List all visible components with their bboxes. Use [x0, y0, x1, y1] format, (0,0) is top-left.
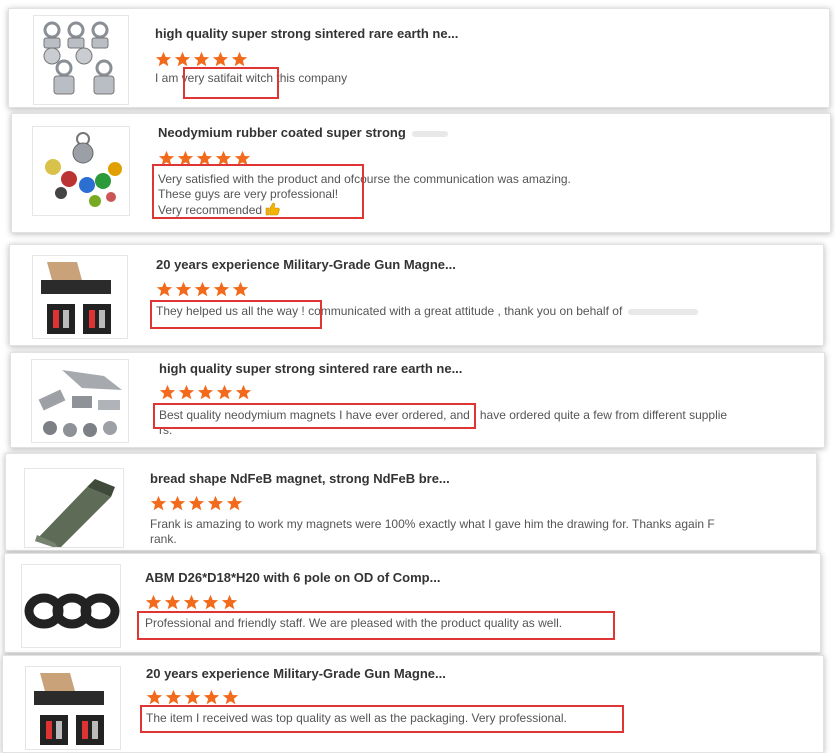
star-icon — [213, 281, 230, 297]
star-icon — [159, 384, 176, 400]
star-icon — [232, 281, 249, 297]
star-rating — [159, 384, 252, 402]
star-icon — [188, 495, 205, 511]
star-icon — [197, 384, 214, 400]
star-icon — [156, 281, 173, 297]
assorted-magnets-icon — [31, 359, 129, 443]
star-rating — [155, 51, 248, 69]
star-icon — [178, 384, 195, 400]
star-icon — [221, 594, 238, 610]
star-rating — [146, 689, 239, 707]
star-icon — [203, 689, 220, 705]
star-icon — [177, 150, 194, 166]
product-title[interactable]: Neodymium rubber coated super strong — [158, 125, 448, 140]
review-text: Frank is amazing to work my magnets were… — [150, 517, 715, 546]
star-icon — [174, 51, 191, 67]
star-icon — [183, 594, 200, 610]
star-rating — [156, 281, 249, 299]
colored-pot-magnets-icon — [32, 126, 130, 216]
review-card: bread shape NdFeB magnet, strong NdFeB b… — [5, 453, 817, 551]
star-icon — [207, 495, 224, 511]
star-icon — [145, 594, 162, 610]
review-card: high quality super strong sintered rare … — [8, 8, 830, 108]
review-text: The item I received was top quality as w… — [146, 711, 567, 725]
blurred-text — [411, 130, 448, 137]
black-ring-magnets-icon — [21, 564, 121, 648]
star-icon — [222, 689, 239, 705]
bread-shape-magnet-icon — [24, 468, 124, 548]
star-icon — [169, 495, 186, 511]
review-card: 20 years experience Military-Grade Gun M… — [9, 244, 824, 346]
product-title[interactable]: 20 years experience Military-Grade Gun M… — [146, 666, 446, 681]
star-icon — [155, 51, 172, 67]
review-text: Best quality neodymium magnets I have ev… — [159, 408, 728, 437]
review-text: Professional and friendly staff. We are … — [145, 616, 563, 630]
product-title[interactable]: 20 years experience Military-Grade Gun M… — [156, 257, 456, 272]
product-title[interactable]: high quality super strong sintered rare … — [155, 26, 458, 41]
thumbs-up-icon — [265, 202, 280, 220]
star-icon — [194, 281, 211, 297]
star-icon — [231, 51, 248, 67]
star-rating — [158, 150, 251, 168]
star-icon — [216, 384, 233, 400]
star-icon — [184, 689, 201, 705]
star-icon — [196, 150, 213, 166]
star-icon — [235, 384, 252, 400]
star-icon — [226, 495, 243, 511]
review-card: 20 years experience Military-Grade Gun M… — [2, 655, 824, 753]
star-icon — [164, 594, 181, 610]
gun-magnet-kit-icon — [32, 255, 128, 339]
review-card: high quality super strong sintered rare … — [10, 352, 825, 448]
review-card: ABM D26*D18*H20 with 6 pole on OD of Com… — [4, 553, 821, 653]
star-icon — [175, 281, 192, 297]
review-text: They helped us all the way ! communicate… — [156, 304, 816, 319]
ring-magnet-hooks-icon — [33, 15, 129, 105]
star-icon — [146, 689, 163, 705]
product-title[interactable]: high quality super strong sintered rare … — [159, 361, 462, 376]
star-icon — [193, 51, 210, 67]
gun-magnet-kit-icon — [25, 666, 121, 750]
star-icon — [212, 51, 229, 67]
star-icon — [234, 150, 251, 166]
product-title[interactable]: bread shape NdFeB magnet, strong NdFeB b… — [150, 471, 450, 486]
star-icon — [150, 495, 167, 511]
star-icon — [158, 150, 175, 166]
star-icon — [202, 594, 219, 610]
review-text: Very satisfied with the product and ofco… — [158, 172, 818, 220]
product-title[interactable]: ABM D26*D18*H20 with 6 pole on OD of Com… — [145, 570, 440, 585]
star-rating — [145, 594, 238, 612]
star-icon — [165, 689, 182, 705]
star-icon — [215, 150, 232, 166]
blurred-text — [628, 308, 699, 315]
star-rating — [150, 495, 243, 513]
review-card: Neodymium rubber coated super strong Ver… — [11, 113, 831, 233]
review-text: I am very satifait witch this company — [155, 71, 348, 85]
